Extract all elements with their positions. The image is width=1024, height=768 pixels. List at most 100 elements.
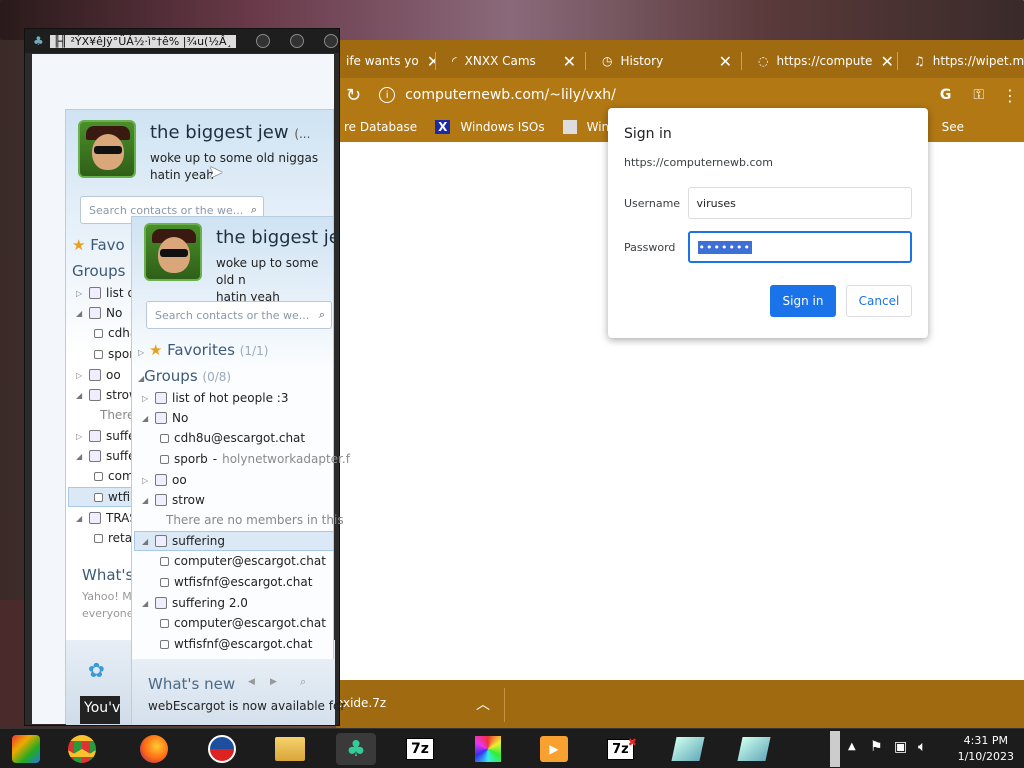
group-item[interactable]: ◢ TRAS [76, 511, 137, 525]
volume-icon[interactable]: 🔈︎ [918, 739, 926, 755]
windows-x-icon: X [435, 120, 451, 134]
contact-item[interactable]: wtfisfnf@escargot.chat [160, 575, 312, 589]
butterfly-icon: ✿ [88, 658, 105, 682]
address-input[interactable]: computernewb.com/~lily/vxh/ [405, 87, 616, 103]
video-thumbnail: You'v [80, 696, 120, 724]
browser-tab[interactable]: ♫ https://wipet.mo [904, 44, 1024, 78]
empty-group-note: There [100, 408, 135, 422]
whats-new-header: What's [82, 566, 134, 584]
messenger-taskbar-icon[interactable]: ♣ [336, 733, 376, 765]
7zip-error-icon[interactable]: 7z ✖ [602, 733, 642, 765]
loading-icon: ◜ [452, 54, 457, 68]
group-item[interactable]: ◢ suffe [76, 449, 136, 463]
reload-icon[interactable]: ↻ [346, 85, 361, 106]
7zip-icon[interactable]: 7z [400, 733, 440, 765]
flag-icon[interactable]: ⚑ [870, 739, 883, 755]
group-item[interactable]: ◢ suffering [142, 534, 225, 548]
avatar[interactable] [78, 120, 136, 178]
media-player-icon[interactable]: ▶ [534, 733, 574, 765]
bookmark-item[interactable]: Windows ISOs [460, 120, 544, 134]
chevron-up-icon[interactable]: ▲ [848, 741, 856, 752]
status-message[interactable]: woke up to some old n hatin yeah [216, 255, 333, 306]
news-text: Yahoo! M [82, 590, 132, 603]
next-icon[interactable]: ▶ [270, 677, 277, 687]
username-value: viruses [696, 196, 736, 210]
password-label: Password [624, 240, 676, 254]
cancel-button[interactable]: Cancel [846, 285, 912, 317]
contact-item[interactable]: sporb - holynetworkadapter.f [160, 452, 350, 466]
firefox-taskbar-icon[interactable] [134, 733, 174, 765]
group-item[interactable]: ▷ list o [76, 286, 135, 300]
close-button[interactable] [324, 34, 339, 48]
status-message[interactable]: woke up to some old niggas hatin yeah [150, 150, 318, 184]
browser-tab[interactable]: ◷ History ✕ [592, 44, 742, 78]
group-item[interactable]: ◢ strow [142, 493, 205, 507]
start-button[interactable] [6, 733, 46, 765]
group-item[interactable]: ▷ oo [142, 473, 187, 487]
news-text[interactable]: webEscargot is now available for [148, 699, 345, 713]
close-icon[interactable]: ✕ [563, 52, 576, 71]
minimize-button[interactable] [256, 34, 271, 48]
username-field[interactable]: viruses [687, 187, 912, 219]
messenger-titlebar[interactable]: ♣ ╟╢ ²ÝX¥êJÿ°ÜÁ½·ì°†ê% |¾u(½Â¸ [25, 29, 339, 53]
clock[interactable]: 4:31 PM 1/10/2023 [958, 733, 1014, 765]
maximize-button[interactable] [290, 34, 305, 48]
groups-header[interactable]: Groups [72, 262, 125, 280]
search-icon[interactable]: ⌕ [300, 675, 306, 689]
network-icon[interactable]: ▣ [894, 739, 907, 755]
empty-group-note: There are no members in this [166, 513, 344, 527]
window-icon[interactable] [668, 733, 708, 765]
bookmark-item[interactable]: re Database [344, 120, 417, 134]
contact-item[interactable]: computer@escargot.chat [160, 554, 326, 568]
display-name[interactable]: the biggest jew (... [150, 122, 310, 143]
password-field[interactable]: ••••••• [687, 231, 912, 263]
messenger-logo-icon: ♣ [33, 34, 44, 48]
avatar[interactable] [144, 223, 202, 281]
close-icon[interactable]: ✕ [880, 52, 893, 71]
chevron-up-icon[interactable]: ︿ [476, 694, 490, 714]
contact-item[interactable]: computer@escargot.chat [160, 616, 326, 630]
group-item[interactable]: ◢ suffering 2.0 [142, 596, 248, 610]
tab-title: ife wants yo [346, 54, 419, 68]
contact-item[interactable]: wtfi [94, 490, 130, 504]
groups-header[interactable]: ◢Groups (0/8) [138, 367, 231, 385]
favorites-header[interactable]: ▷ ★ Favorites (1/1) [138, 341, 268, 359]
signin-dialog: Sign in https://computernewb.com Usernam… [608, 108, 928, 338]
prev-icon[interactable]: ◀ [248, 677, 255, 687]
contact-item[interactable]: cdh8u@escargot.chat [160, 431, 305, 445]
taskbar-scrollbar[interactable] [830, 731, 840, 767]
chrome-taskbar-icon[interactable] [62, 733, 102, 765]
menu-icon[interactable]: ⋮ [1002, 86, 1018, 105]
group-item[interactable]: ▷ oo [76, 368, 121, 382]
bookmark-item[interactable]: See [942, 120, 964, 134]
group-item[interactable]: ◢ strow [76, 388, 139, 402]
contact-item[interactable]: wtfisfnf@escargot.chat [160, 637, 312, 651]
browser-tab[interactable]: ◜ XNXX Cams ✕ [442, 44, 586, 78]
contact-item[interactable]: reta [94, 531, 132, 545]
key-icon[interactable]: ⚿ [973, 87, 984, 103]
display-name[interactable]: the biggest je [216, 227, 340, 248]
info-icon[interactable]: i [379, 87, 396, 103]
signin-button[interactable]: Sign in [770, 285, 836, 317]
browser-tab[interactable]: ife wants yo ✕ [336, 44, 436, 78]
contact-item[interactable]: spor [94, 347, 134, 361]
google-icon[interactable]: G [940, 87, 952, 103]
group-item[interactable]: ▷ suffe [76, 429, 136, 443]
browser-tab[interactable]: ◌ https://compute ✕ [748, 44, 898, 78]
contact-list: the biggest je woke up to some old n hati… [131, 216, 350, 725]
close-icon[interactable]: ✕ [719, 52, 732, 71]
obama-app-icon[interactable] [202, 733, 242, 765]
group-item[interactable]: ◢ No [142, 411, 188, 425]
address-bar-row: ↻ i computernewb.com/~lily/vxh/ G ⚿ ⋮ [336, 78, 1024, 112]
window-icon[interactable] [734, 733, 774, 765]
dialog-origin: https://computernewb.com [624, 156, 773, 169]
paint-icon[interactable] [468, 733, 508, 765]
clock-time: 4:31 PM [963, 734, 1008, 747]
tab-title: https://compute [776, 54, 873, 68]
group-item[interactable]: ◢ No [76, 306, 122, 320]
bookmark-favicon [562, 120, 577, 134]
search-input[interactable]: Search contacts or the we... ⌕ [146, 301, 332, 329]
favorites-header[interactable]: ★ Favo [72, 236, 125, 254]
group-item[interactable]: ▷ list of hot people :3 [142, 391, 288, 405]
file-explorer-icon[interactable] [270, 733, 310, 765]
